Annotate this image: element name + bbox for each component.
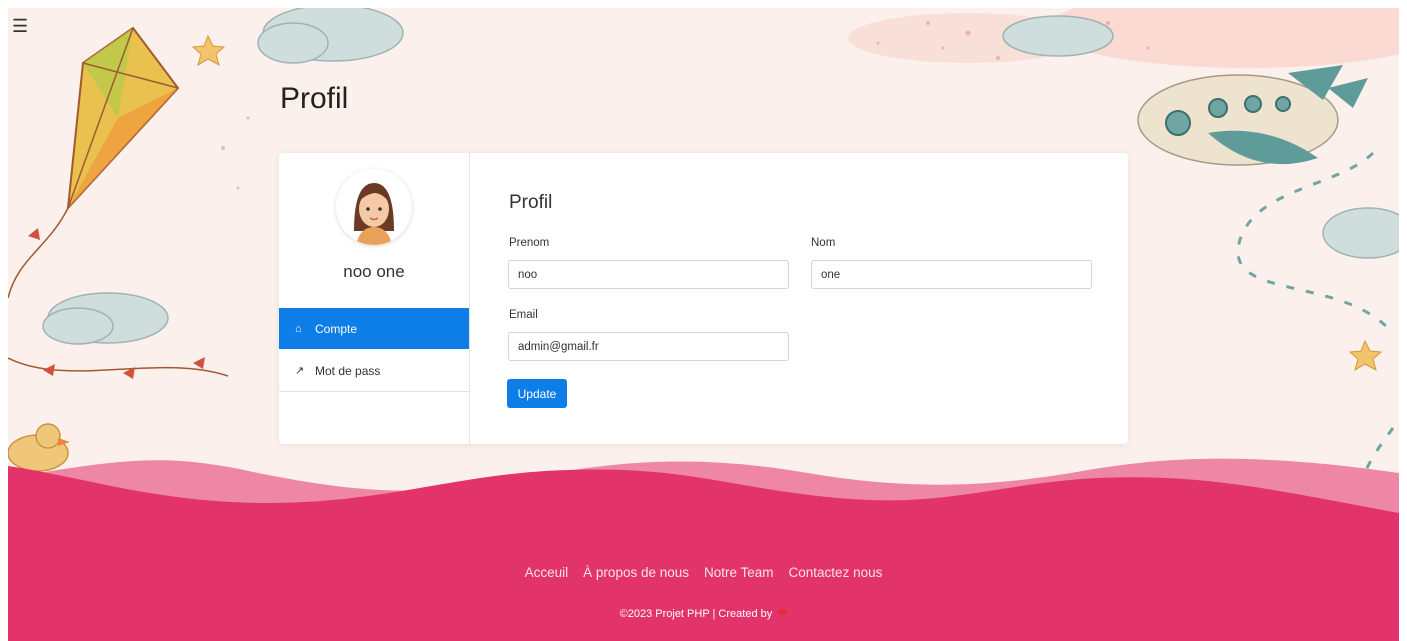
hamburger-icon[interactable]: ☰ <box>12 16 32 36</box>
sidebar-item-label: Compte <box>315 321 358 336</box>
sidebar-item-mot-de-pass[interactable]: ↗ Mot de pass <box>279 350 469 392</box>
heart-icon: ❤ <box>777 606 788 620</box>
copyright: ©2023 Projet PHP | Created by ❤ <box>8 606 1399 620</box>
prenom-field[interactable] <box>508 260 789 289</box>
key-icon: ↗ <box>295 365 305 377</box>
page-background: ☰ Profil noo one ⌂ Compte ↗ Mot de pass … <box>8 8 1399 641</box>
footer-link-contactez-nous[interactable]: Contactez nous <box>789 565 883 580</box>
profile-card: noo one ⌂ Compte ↗ Mot de pass Profil Pr… <box>279 153 1128 444</box>
email-field[interactable] <box>508 332 789 361</box>
footer-link-a-propos[interactable]: À propos de nous <box>583 565 689 580</box>
profile-sidebar: noo one ⌂ Compte ↗ Mot de pass <box>279 153 470 444</box>
prenom-label: Prenom <box>509 237 550 249</box>
nom-label: Nom <box>811 237 836 249</box>
avatar-image <box>354 183 394 245</box>
avatar <box>336 169 412 245</box>
update-button[interactable]: Update <box>507 379 567 408</box>
copyright-text: ©2023 Projet PHP | Created by <box>619 608 773 620</box>
footer-link-notre-team[interactable]: Notre Team <box>704 565 774 580</box>
footer-nav: Acceuil À propos de nous Notre Team Cont… <box>8 565 1399 580</box>
star-illustration <box>191 34 226 67</box>
nom-field[interactable] <box>811 260 1092 289</box>
form-title: Profil <box>509 192 553 213</box>
sidebar-item-label: Mot de pass <box>315 363 381 378</box>
airplane-illustration <box>1137 65 1395 478</box>
home-icon: ⌂ <box>295 322 302 335</box>
sidebar-item-compte[interactable]: ⌂ Compte <box>279 308 469 349</box>
page-title: Profil <box>280 82 349 115</box>
user-name: noo one <box>343 262 405 281</box>
footer-link-acceuil[interactable]: Acceuil <box>525 565 569 580</box>
kite-illustration <box>8 26 229 379</box>
email-label: Email <box>509 309 538 321</box>
